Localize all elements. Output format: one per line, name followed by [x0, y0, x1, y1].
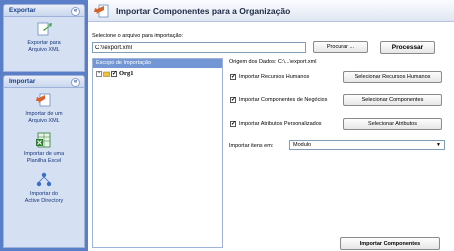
- active-directory-icon: [36, 172, 52, 187]
- excel-icon: [36, 132, 51, 148]
- import-xml-icon: [94, 4, 109, 17]
- nav-item-label: Importar do Active Directory: [24, 191, 64, 204]
- page-title: Importar Componentes para a Organização: [116, 5, 291, 16]
- import-scope-panel: Escopo de Importação + ✓ Org1: [92, 58, 223, 248]
- select-value: Modulo: [293, 142, 312, 148]
- export-panel-title: Exportar: [9, 7, 36, 14]
- nav-item-import-ad[interactable]: Importar do Active Directory: [4, 168, 84, 208]
- export-panel-header[interactable]: Exportar «: [3, 4, 85, 17]
- import-panel-body: Importar de um Arquivo XML Importar de u…: [3, 88, 85, 248]
- org1-checkbox[interactable]: ✓: [111, 70, 117, 77]
- nav-item-import-excel[interactable]: Importar de uma Planilha Excel: [4, 128, 84, 168]
- content: Selecione o arquivo para importação: Pro…: [92, 25, 448, 251]
- select-components-button[interactable]: Selecionar Componentes: [343, 94, 442, 106]
- export-panel-body: Exportar para Arquivo XML: [3, 17, 85, 72]
- browse-button[interactable]: Procurar ...: [313, 41, 368, 53]
- option-label: Importar Componentes de Negócios: [239, 97, 328, 103]
- main-area: Importar Componentes para a Organização …: [88, 0, 454, 251]
- nav-item-label: Importar de um Arquivo XML: [25, 111, 63, 124]
- select-attributes-button[interactable]: Selecionar Atributos: [343, 118, 442, 130]
- expand-icon[interactable]: +: [96, 70, 102, 77]
- import-components-button[interactable]: Importar Componentes: [340, 237, 440, 250]
- nav-item-label: Exportar para Arquivo XML: [27, 40, 61, 53]
- organization-icon: [103, 71, 110, 77]
- import-panel: Importar « Importar de um Arquivo XML Im…: [3, 75, 85, 248]
- import-into-select[interactable]: Modulo ▼: [289, 140, 445, 150]
- scope-header: Escopo de Importação: [93, 59, 222, 68]
- tree-node-label: Org1: [119, 70, 134, 77]
- export-xml-icon: [37, 22, 52, 36]
- nav-item-import-xml[interactable]: Importar de um Arquivo XML: [4, 88, 84, 128]
- collapse-icon[interactable]: «: [71, 78, 80, 87]
- title-bar: Importar Componentes para a Organização: [88, 0, 454, 22]
- tree-node-org1[interactable]: + ✓ Org1: [96, 70, 222, 77]
- option-checkbox[interactable]: ✓: [230, 74, 236, 80]
- chevron-down-icon: ▼: [436, 142, 441, 148]
- file-path-input[interactable]: [92, 42, 306, 53]
- option-label: Importar Recursos Humanos: [239, 74, 310, 80]
- option-label: Importar Atributos Personalizados: [239, 121, 322, 127]
- import-panel-header[interactable]: Importar «: [3, 75, 85, 88]
- file-label: Selecione o arquivo para importação:: [92, 33, 184, 39]
- nav-item-label: Importar de uma Planilha Excel: [23, 151, 65, 164]
- option-row: ✓ Importar Atributos Personalizados: [230, 121, 322, 127]
- data-origin: Origem dos Dados: C:\...\export.xml: [229, 59, 317, 65]
- select-hr-button[interactable]: Selecionar Recursos Humanos: [343, 71, 442, 83]
- option-checkbox[interactable]: ✓: [230, 97, 236, 103]
- option-row: ✓ Importar Componentes de Negócios: [230, 97, 327, 103]
- import-into-label: Importar itens em:: [229, 143, 274, 149]
- option-checkbox[interactable]: ✓: [230, 121, 236, 127]
- option-row: ✓ Importar Recursos Humanos: [230, 74, 309, 80]
- nav-item-export-xml[interactable]: Exportar para Arquivo XML: [4, 17, 84, 57]
- export-panel: Exportar « Exportar para Arquivo XML: [3, 4, 85, 72]
- import-panel-title: Importar: [9, 78, 36, 85]
- sidebar: Exportar « Exportar para Arquivo XML Imp…: [0, 0, 88, 251]
- collapse-icon[interactable]: «: [71, 7, 80, 16]
- process-button[interactable]: Processar: [380, 41, 435, 54]
- import-xml-icon: [36, 93, 51, 107]
